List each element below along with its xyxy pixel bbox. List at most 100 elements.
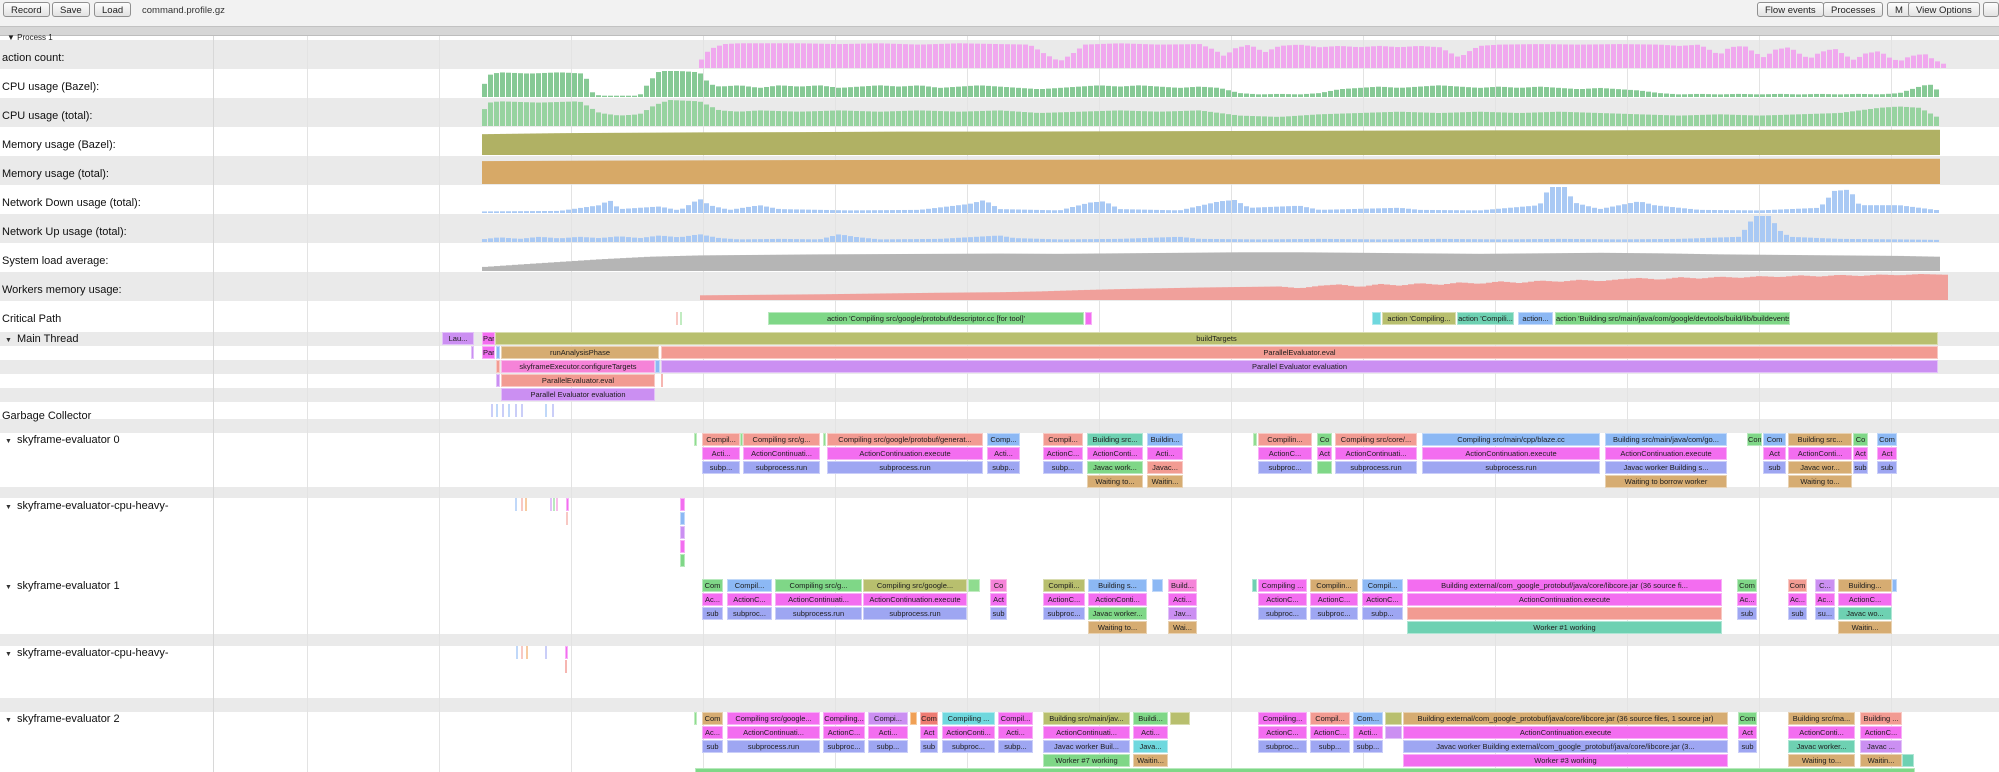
trace-slice[interactable]: ActionC... <box>1043 447 1083 460</box>
trace-slice[interactable]: Building s... <box>1088 579 1147 592</box>
trace-slice[interactable]: subproc... <box>1258 740 1307 753</box>
trace-slice[interactable] <box>680 512 685 525</box>
trace-slice[interactable]: Javac worker Building s... <box>1605 461 1727 474</box>
track-label-main-thread[interactable]: ▼Main Thread <box>0 333 79 345</box>
counter-chart-action-count[interactable] <box>0 40 1999 69</box>
trace-slice[interactable]: Worker #1 working <box>1407 621 1722 634</box>
trace-slice[interactable]: Waiting to... <box>1087 475 1143 488</box>
trace-slice[interactable]: Waiting to... <box>1788 754 1855 767</box>
trace-slice[interactable] <box>565 660 567 673</box>
trace-slice[interactable] <box>491 404 493 417</box>
trace-slice[interactable] <box>471 346 474 359</box>
trace-slice[interactable] <box>1902 754 1914 767</box>
trace-slice[interactable]: action 'Compiling src/google/protobuf/de… <box>768 312 1084 325</box>
trace-slice[interactable] <box>680 526 685 539</box>
trace-slice[interactable]: Compiling src/main/cpp/blaze.cc <box>1422 433 1600 446</box>
track-label-skyframe-evaluator-2[interactable]: ▼skyframe-evaluator 2 <box>0 713 120 725</box>
trace-slice[interactable]: Ac... <box>1815 593 1835 606</box>
collapse-arrow-icon[interactable]: ▼ <box>5 438 12 445</box>
trace-slice[interactable]: sub <box>990 607 1007 620</box>
trace-slice[interactable]: subprocess.run <box>775 607 862 620</box>
trace-slice[interactable]: ActionC... <box>727 593 772 606</box>
trace-slice[interactable] <box>1407 607 1722 620</box>
save-button[interactable]: Save <box>52 2 90 17</box>
trace-slice[interactable] <box>823 433 826 446</box>
collapse-arrow-icon[interactable]: ▼ <box>5 504 12 511</box>
trace-slice[interactable]: ActionContinuati... <box>775 593 862 606</box>
trace-slice[interactable]: Waitin... <box>1860 754 1902 767</box>
trace-slice[interactable]: sub <box>1877 461 1897 474</box>
trace-slice[interactable]: ActionConti... <box>1087 447 1143 460</box>
trace-slice[interactable]: Worker #3 working <box>1403 754 1728 767</box>
track-label-skyframe-evaluator-0[interactable]: ▼skyframe-evaluator 0 <box>0 434 120 446</box>
trace-slice[interactable]: ActionConti... <box>1788 447 1852 460</box>
trace-slice[interactable]: ActionContinuation.execute <box>1422 447 1600 460</box>
trace-slice[interactable]: Parallel Evaluator evaluation <box>661 360 1938 373</box>
trace-slice[interactable]: subproc... <box>942 740 995 753</box>
track-label-skyframe-evaluator-1[interactable]: ▼skyframe-evaluator 1 <box>0 580 120 592</box>
trace-slice[interactable]: Acti... <box>1133 726 1168 739</box>
trace-slice[interactable]: Acti... <box>1353 726 1383 739</box>
trace-slice[interactable]: Javac wo... <box>1838 607 1892 620</box>
trace-slice[interactable]: Waiting to borrow worker <box>1605 475 1727 488</box>
trace-slice[interactable]: ActionC... <box>1043 593 1085 606</box>
trace-slice[interactable]: Buildin... <box>1147 433 1183 446</box>
track-label-skyframe-evaluator-cpu-heavy-b[interactable]: ▼skyframe-evaluator-cpu-heavy- <box>0 647 169 659</box>
counter-chart-network-up-usage-total[interactable] <box>0 214 1999 243</box>
trace-slice[interactable]: Javac work... <box>1087 461 1143 474</box>
trace-slice[interactable]: Javac worker Buil... <box>1043 740 1130 753</box>
trace-slice[interactable]: ActionContinuation.execute <box>1403 726 1728 739</box>
processes-button[interactable]: Processes <box>1823 2 1883 17</box>
trace-slice[interactable]: Act <box>920 726 938 739</box>
trace-slice[interactable]: Javac wor... <box>1788 461 1852 474</box>
collapse-arrow-icon[interactable]: ▼ <box>5 651 12 658</box>
trace-slice[interactable]: ActionC... <box>1258 593 1307 606</box>
trace-slice[interactable] <box>515 404 517 417</box>
trace-slice[interactable]: ActionC... <box>1310 593 1358 606</box>
trace-slice[interactable] <box>694 712 697 725</box>
trace-slice[interactable] <box>676 312 678 325</box>
track-label-skyframe-evaluator-cpu-heavy-a[interactable]: ▼skyframe-evaluator-cpu-heavy- <box>0 500 169 512</box>
process-header[interactable]: ▼ Process 1 <box>0 26 1999 36</box>
trace-slice[interactable]: subproc... <box>1258 607 1307 620</box>
trace-slice[interactable]: Com <box>702 712 723 725</box>
trace-slice[interactable] <box>1372 312 1381 325</box>
trace-slice[interactable]: subp... <box>1362 607 1403 620</box>
trace-slice[interactable]: Acti... <box>987 447 1020 460</box>
collapse-arrow-icon[interactable]: ▼ <box>5 337 12 344</box>
trace-slice[interactable]: Compili... <box>1043 579 1085 592</box>
trace-slice[interactable] <box>566 498 569 511</box>
trace-slice[interactable]: Act <box>1877 447 1897 460</box>
trace-slice[interactable]: sub <box>1788 607 1807 620</box>
trace-slice[interactable]: ActionConti... <box>1088 593 1147 606</box>
counter-chart-cpu-usage-total[interactable] <box>0 98 1999 127</box>
trace-slice[interactable]: subp... <box>998 740 1033 753</box>
trace-slice[interactable]: Javac... <box>1147 461 1183 474</box>
trace-slice[interactable]: ActionContinuation.execute <box>827 447 983 460</box>
trace-slice[interactable]: Ac... <box>702 593 723 606</box>
trace-slice[interactable]: Compil... <box>1362 579 1403 592</box>
trace-slice[interactable]: Com <box>1877 433 1897 446</box>
trace-slice[interactable]: buildTargets <box>495 332 1938 345</box>
trace-slice[interactable]: ActionContinuation.execute <box>1407 593 1722 606</box>
trace-slice[interactable]: ActionC... <box>1310 726 1350 739</box>
trace-slice[interactable]: Compiling ... <box>1258 579 1307 592</box>
trace-slice[interactable]: action... <box>1518 312 1553 325</box>
trace-slice[interactable]: Compiling src/google/protobuf/generat... <box>827 433 983 446</box>
trace-slice[interactable]: ActionConti... <box>1788 726 1855 739</box>
extra-button[interactable] <box>1983 2 1999 17</box>
trace-slice[interactable] <box>910 712 917 725</box>
trace-slice[interactable] <box>496 374 500 387</box>
trace-slice[interactable]: sub <box>1738 740 1757 753</box>
trace-slice[interactable]: Compiling... <box>823 712 865 725</box>
trace-slice[interactable]: Building src... <box>1087 433 1143 446</box>
trace-slice[interactable]: Com <box>1738 712 1757 725</box>
trace-slice[interactable]: Compilin... <box>1310 579 1358 592</box>
trace-slice[interactable]: Compil... <box>727 579 772 592</box>
trace-slice[interactable] <box>1253 433 1257 446</box>
trace-slice[interactable] <box>566 512 568 525</box>
trace-slice[interactable]: ActionContinuati... <box>1043 726 1130 739</box>
trace-slice[interactable]: Compiling src/g... <box>775 579 862 592</box>
trace-slice[interactable]: sub <box>1763 461 1786 474</box>
collapse-arrow-icon[interactable]: ▼ <box>5 717 12 724</box>
